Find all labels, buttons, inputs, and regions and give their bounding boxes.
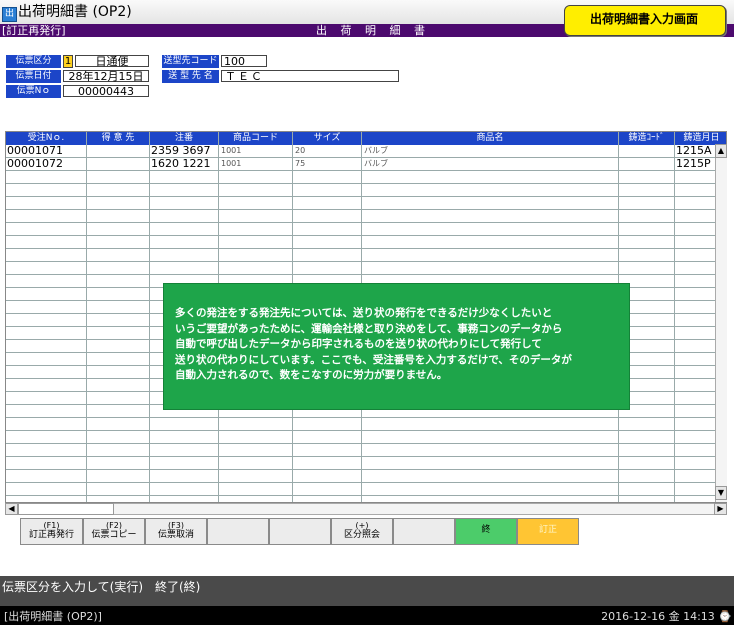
explanation-text: 多くの発注をする発注先については、送り状の発行をできるだけ少なくしたいと いうご… (175, 306, 625, 384)
cell-product-code[interactable]: 1001 (221, 145, 291, 158)
cell-cast-date[interactable]: 1215A (676, 145, 720, 158)
f2-copy-slip-button[interactable]: (F2) 伝票コピー (83, 518, 145, 545)
fkey-label: 伝票取消 (157, 530, 194, 540)
window-title: 出荷明細書 (OP2) (18, 4, 132, 20)
f3-cancel-slip-button[interactable]: (F3) 伝票取消 (145, 518, 207, 545)
col-customer[interactable]: 得 意 先 (87, 132, 149, 145)
fkey-code: (F2) (106, 521, 122, 530)
mode-label: [訂正再発行] (2, 24, 66, 37)
form-title: 出 荷 明 細 書 (316, 24, 430, 37)
slip-no-input[interactable]: 00000443 (63, 85, 149, 98)
fkey-code: (F1) (43, 521, 60, 530)
cell-cast-code[interactable] (620, 145, 673, 158)
slip-date-label: 伝票日付 (6, 70, 61, 83)
fkey-label: 訂正 (538, 525, 557, 535)
fkey-label: 訂正再発行 (28, 530, 74, 540)
dest-name-label: 送 型 先 名 (162, 70, 219, 83)
slip-type-code-input[interactable]: 1 (63, 55, 73, 68)
fkey-code: (F3) (168, 521, 184, 530)
explanation-line: 送り状の代わりにしています。ここでも、受注番号を入力するだけで、そのデータが (175, 353, 572, 366)
f4-empty-button[interactable] (207, 518, 269, 545)
vertical-scrollbar[interactable] (715, 144, 727, 502)
cell-order-no[interactable]: 00001072 (7, 158, 86, 171)
col-size[interactable]: サイズ (293, 132, 361, 145)
dest-code-input[interactable]: 100 (221, 55, 267, 68)
taskbar-datetime: 2016-12-16 金 14:13 ⌚ (601, 610, 732, 623)
col-order-no[interactable]: 受注Nｏ. (6, 132, 86, 145)
cell-product-code[interactable]: 1001 (221, 158, 291, 171)
slip-no-label: 伝票Nｏ (6, 85, 61, 98)
taskbar-app-name[interactable]: [出荷明細書 (OP2)] (4, 608, 102, 624)
cell-size[interactable]: 20 (295, 145, 360, 158)
category-lookup-button[interactable]: (+) 区分照会 (331, 518, 393, 545)
explanation-line: 自動で呼び出したデータから印字されるものを送り状の代わりにして発行して (175, 338, 542, 350)
grid-divider (674, 132, 675, 502)
screen-name-text: 出荷明細書入力画面 (589, 12, 698, 26)
cell-po-no[interactable]: 2359 3697 (151, 145, 217, 158)
cell-po-no[interactable]: 1620 1221 (151, 158, 217, 171)
scroll-left-arrow-icon[interactable]: ◀ (5, 503, 18, 515)
slip-type-value: 日通便 (75, 55, 149, 68)
f5-empty-button[interactable] (269, 518, 331, 545)
cell-cast-code[interactable] (620, 158, 673, 171)
col-product-name[interactable]: 商品名 (362, 132, 618, 145)
cell-size[interactable]: 75 (295, 158, 360, 171)
slip-type-label: 伝票区分 (6, 55, 61, 68)
dest-name-value: ＴＥＣ (221, 70, 399, 83)
col-product-code[interactable]: 商品コード (219, 132, 292, 145)
col-po-no[interactable]: 注番 (150, 132, 218, 145)
fkey-label: 区分照会 (343, 530, 380, 540)
explanation-line: 多くの発注をする発注先については、送り状の発行をできるだけ少なくしたいと (175, 307, 553, 319)
cell-customer[interactable] (88, 145, 148, 158)
grid-divider (149, 132, 150, 502)
end-button[interactable]: 終 (455, 518, 517, 545)
dest-code-label: 送型先コード (162, 55, 219, 68)
fkey-code: (+) (355, 521, 369, 530)
f1-correct-reissue-button[interactable]: (F1) 訂正再発行 (20, 518, 83, 545)
cell-product-name[interactable]: バルブ (364, 158, 614, 171)
scroll-right-arrow-icon[interactable]: ▶ (714, 503, 727, 515)
horizontal-scroll-thumb[interactable] (18, 503, 114, 515)
col-cast-code[interactable]: 鋳造ｺｰﾄﾞ (619, 132, 674, 145)
app-icon: 出 (2, 7, 17, 22)
explanation-line: いうご要望があったために、運輸会社様と取り決めをして、事務コンのデータから (175, 322, 563, 335)
status-message: 伝票区分を入力して(実行) 終了(終) (2, 580, 201, 594)
slip-date-input[interactable]: 28年12月15日 (63, 70, 149, 83)
cell-order-no[interactable]: 00001071 (7, 145, 86, 158)
empty-key-button[interactable] (393, 518, 455, 545)
fkey-label: 伝票コピー (91, 530, 137, 540)
scroll-down-arrow-icon[interactable]: ▼ (715, 486, 727, 500)
cell-customer[interactable] (88, 158, 148, 171)
cell-product-name[interactable]: バルブ (364, 145, 614, 158)
correct-button[interactable]: 訂正 (517, 518, 579, 545)
fkey-label: 終 (481, 525, 491, 535)
explanation-line: 自動入力されるので、数をこなすのに労力が要りません。 (175, 369, 448, 381)
scroll-up-arrow-icon[interactable]: ▲ (715, 144, 727, 158)
cell-cast-date[interactable]: 1215P (676, 158, 720, 171)
grid-divider (86, 132, 87, 502)
